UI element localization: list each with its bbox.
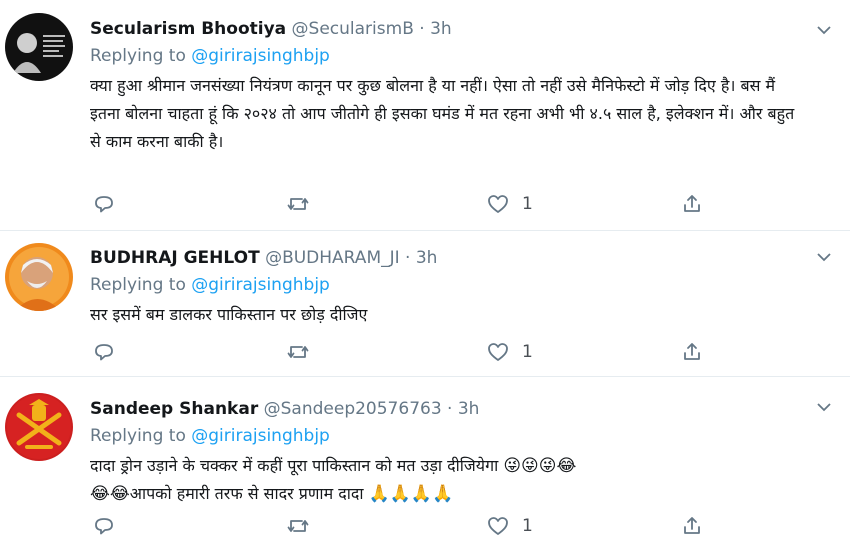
like-button[interactable]: 1 [486, 511, 533, 541]
avatar[interactable] [5, 393, 73, 461]
reply-button[interactable] [92, 337, 128, 367]
like-count: 1 [522, 516, 533, 536]
display-name[interactable]: BUDHRAJ GEHLOT [90, 248, 260, 268]
avatar[interactable] [5, 243, 73, 311]
share-icon [684, 195, 700, 212]
emoji-group: 🙏🙏🙏🙏 [368, 484, 454, 504]
share-button[interactable] [680, 337, 704, 367]
retweet-icon [287, 520, 309, 532]
share-icon [684, 517, 700, 534]
like-count: 1 [522, 194, 533, 214]
tweet-header: Sandeep Shankar @Sandeep20576763 · 3h [90, 397, 830, 421]
chevron-down-icon[interactable] [816, 22, 832, 38]
tweet[interactable]: Secularism Bhootiya @SecularismB · 3h Re… [0, 0, 850, 231]
tweet-text: दादा ड्रोन उड़ाने के चक्कर में कहीं पूरा… [90, 452, 810, 508]
retweet-icon [287, 198, 309, 210]
tweet-body: BUDHRAJ GEHLOT @BUDHARAM_JI · 3h Replyin… [90, 246, 830, 329]
avatar[interactable] [5, 13, 73, 81]
tweet-header: Secularism Bhootiya @SecularismB · 3h [90, 17, 830, 41]
tweet-body: Secularism Bhootiya @SecularismB · 3h Re… [90, 17, 830, 156]
share-button[interactable] [680, 511, 704, 541]
display-name[interactable]: Sandeep Shankar [90, 399, 258, 419]
tweet-text-segment: दादा ड्रोन उड़ाने के चक्कर में कहीं पूरा… [90, 456, 504, 475]
tweet[interactable]: Sandeep Shankar @Sandeep20576763 · 3h Re… [0, 377, 850, 550]
replying-to-label: Replying to [90, 275, 192, 295]
like-button[interactable]: 1 [486, 337, 533, 367]
tweet-actions: 1 [90, 511, 730, 541]
separator-dot: · [419, 19, 425, 39]
user-handle[interactable]: @SecularismB [292, 19, 414, 39]
separator-dot: · [405, 248, 411, 268]
tweet[interactable]: BUDHRAJ GEHLOT @BUDHARAM_JI · 3h Replyin… [0, 231, 850, 377]
user-handle[interactable]: @Sandeep20576763 [264, 399, 442, 419]
chevron-down-icon[interactable] [816, 399, 832, 415]
retweet-button[interactable] [286, 189, 322, 219]
heart-icon [488, 195, 508, 213]
tweet-body: Sandeep Shankar @Sandeep20576763 · 3h Re… [90, 397, 830, 508]
tweet-feed: Secularism Bhootiya @SecularismB · 3h Re… [0, 0, 850, 550]
separator-dot: · [447, 399, 453, 419]
reply-button[interactable] [92, 511, 128, 541]
reply-to-link[interactable]: @girirajsinghbjp [191, 426, 330, 446]
replying-to-label: Replying to [90, 46, 192, 66]
timestamp[interactable]: 3h [416, 248, 438, 268]
replying-to: Replying to @girirajsinghbjp [90, 43, 830, 69]
emoji-group: 😂😂 [90, 484, 130, 504]
tweet-text-line: दादा ड्रोन उड़ाने के चक्कर में कहीं पूरा… [90, 452, 810, 480]
tweet-actions: 1 [90, 337, 730, 367]
like-button[interactable]: 1 [486, 189, 533, 219]
heart-icon [488, 343, 508, 361]
timestamp[interactable]: 3h [430, 19, 452, 39]
reply-icon [95, 518, 113, 535]
user-handle[interactable]: @BUDHARAM_JI [265, 248, 400, 268]
replying-to: Replying to @girirajsinghbjp [90, 272, 830, 298]
replying-to-label: Replying to [90, 426, 192, 446]
reply-to-link[interactable]: @girirajsinghbjp [191, 46, 330, 66]
replying-to: Replying to @girirajsinghbjp [90, 423, 830, 449]
display-name[interactable]: Secularism Bhootiya [90, 19, 286, 39]
like-count: 1 [522, 342, 533, 362]
tweet-text-line: 😂😂आपको हमारी तरफ से सादर प्रणाम दादा 🙏🙏🙏… [90, 480, 810, 508]
tweet-header: BUDHRAJ GEHLOT @BUDHARAM_JI · 3h [90, 246, 830, 270]
tweet-text: सर इसमें बम डालकर पाकिस्तान पर छोड़ दीजि… [90, 305, 368, 324]
retweet-button[interactable] [286, 337, 322, 367]
reply-to-link[interactable]: @girirajsinghbjp [191, 275, 330, 295]
reply-icon [95, 196, 113, 213]
retweet-button[interactable] [286, 511, 322, 541]
reply-icon [95, 344, 113, 361]
tweet-text: क्या हुआ श्रीमान जनसंख्या नियंत्रण कानून… [90, 76, 795, 151]
tweet-actions: 1 [90, 189, 730, 219]
emoji-group: 😜😜😜😂 [503, 456, 577, 476]
timestamp[interactable]: 3h [458, 399, 480, 419]
share-button[interactable] [680, 189, 704, 219]
share-icon [684, 343, 700, 360]
tweet-text-segment: आपको हमारी तरफ से सादर प्रणाम दादा [129, 484, 369, 503]
heart-icon [488, 517, 508, 535]
chevron-down-icon[interactable] [816, 249, 832, 265]
reply-button[interactable] [92, 189, 128, 219]
retweet-icon [287, 346, 309, 358]
